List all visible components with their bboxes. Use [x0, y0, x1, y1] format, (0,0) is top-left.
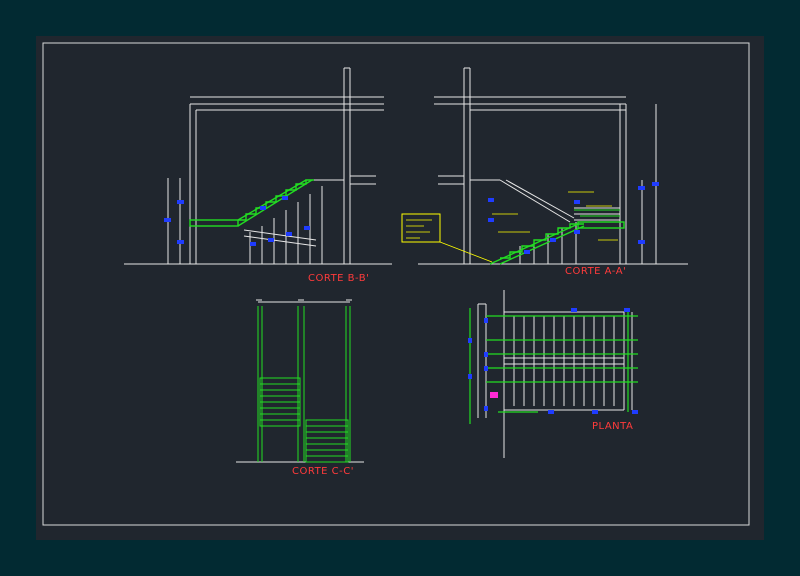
section-cc-label: CORTE C-C'	[292, 466, 354, 477]
cad-drawing-canvas[interactable]: CORTE B-B' CORTE A-A' CORTE C-C' PLANTA	[0, 0, 800, 576]
plan-section-callout	[490, 392, 498, 398]
drawing-sheet	[36, 36, 764, 540]
section-bb-label: CORTE B-B'	[308, 273, 369, 284]
plan-label: PLANTA	[592, 421, 633, 432]
section-aa-label: CORTE A-A'	[565, 266, 626, 277]
